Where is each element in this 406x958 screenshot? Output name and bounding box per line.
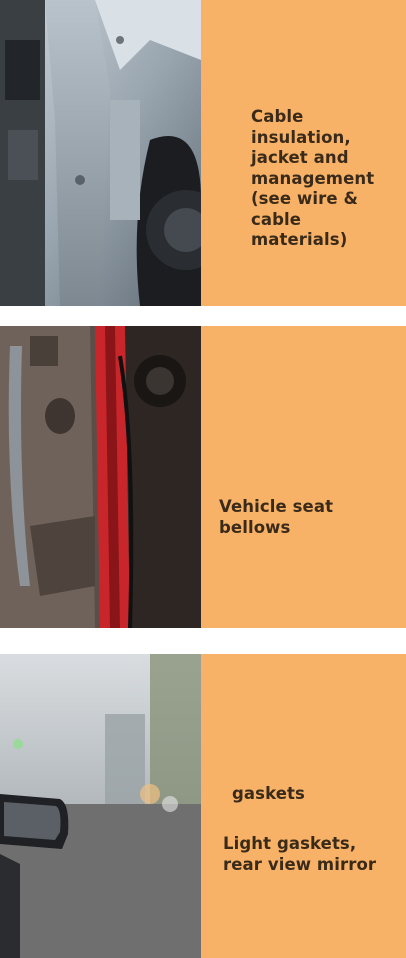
caption-line: bellows: [219, 517, 291, 537]
caption-line: rear view mirror: [223, 854, 377, 874]
red-car-door-photo: [0, 326, 201, 628]
application-row-gaskets: gaskets Light gaskets, rear view mirror: [0, 654, 406, 958]
caption-line: cable: [251, 209, 302, 229]
caption-line: Cable: [251, 107, 304, 126]
caption-line: materials): [251, 230, 348, 249]
caption-panel: Cable insulation, jacket and management …: [201, 0, 406, 306]
caption-line: insulation,: [251, 127, 351, 147]
caption-panel: gaskets Light gaskets, rear view mirror: [201, 654, 406, 958]
caption-gaskets-heading: gaskets: [232, 784, 305, 803]
application-row-seat-bellows: Vehicle seat bellows: [0, 326, 406, 628]
caption-light-gaskets: Light gaskets, rear view mirror: [223, 834, 403, 875]
caption-line: (see wire &: [251, 189, 358, 208]
car-body-frame-photo: [0, 0, 201, 306]
caption-seat-bellows: Vehicle seat bellows: [219, 497, 399, 538]
caption-panel: Vehicle seat bellows: [201, 326, 406, 628]
side-mirror-street-photo: [0, 654, 201, 958]
caption-line: jacket and: [251, 148, 349, 167]
application-row-cable: Cable insulation, jacket and management …: [0, 0, 406, 306]
caption-cable-insulation: Cable insulation, jacket and management …: [251, 107, 401, 251]
caption-line: management: [251, 168, 375, 188]
caption-line: Light gaskets,: [223, 834, 357, 853]
caption-line: Vehicle seat: [219, 497, 334, 516]
